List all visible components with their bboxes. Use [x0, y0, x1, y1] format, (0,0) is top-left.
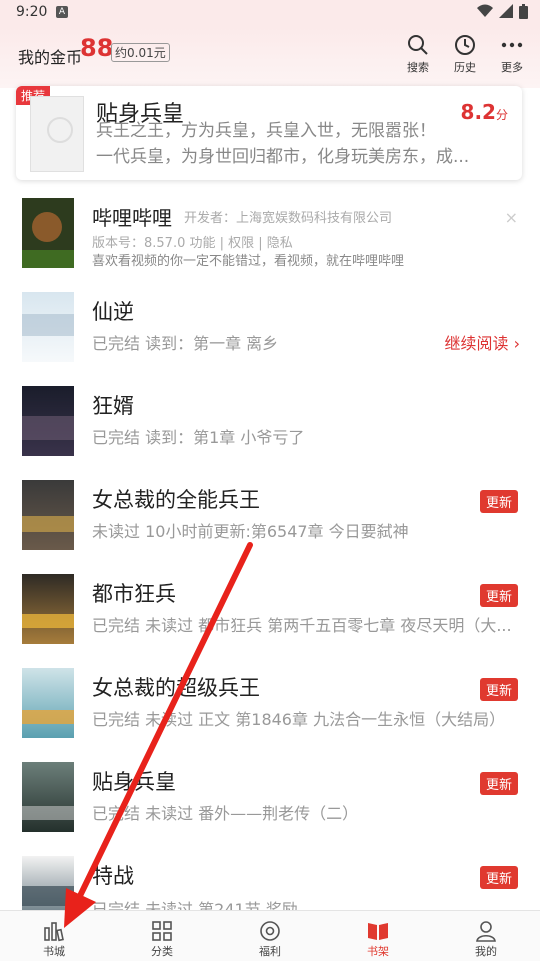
category-icon	[152, 921, 172, 941]
coins-approx: 约0.01元	[111, 43, 170, 62]
tab-welfare[interactable]: 福利	[240, 919, 300, 959]
tab-bookstore[interactable]: 书城	[24, 919, 84, 959]
ad-description: 喜欢看视频的你一定不能错过，看视频，就在哔哩哔哩	[92, 254, 405, 269]
book-info: 已完结 未读过 都市狂兵 第两千五百零七章 夜尽天明（大...	[92, 616, 512, 635]
signal-icon	[499, 4, 513, 18]
recommend-desc-line1: 兵王之王，方为兵皇，兵皇入世，无限嚣张！	[96, 121, 436, 141]
book-title: 仙逆	[92, 300, 134, 324]
book-item[interactable]: 都市狂兵 已完结 未读过 都市狂兵 第两千五百零七章 夜尽天明（大... 更新	[22, 574, 522, 646]
recommend-score: 8.2分	[461, 100, 508, 124]
score-value: 8.2	[460, 100, 496, 124]
tab-label: 我的	[475, 945, 497, 958]
recommend-desc-line2: 一代兵皇，为身世回归都市，化身玩美房东，成...	[96, 147, 470, 167]
coins-value[interactable]: 88	[80, 34, 113, 62]
book-title: 狂婿	[92, 394, 134, 418]
book-info: 已完结 未读过 正文 第1846章 九法合一生永恒（大结局）	[92, 710, 506, 729]
tab-category[interactable]: 分类	[132, 919, 192, 959]
tab-label: 分类	[151, 945, 173, 958]
search-label: 搜索	[407, 61, 429, 74]
more-dots-icon	[501, 42, 523, 48]
wifi-icon	[477, 4, 493, 17]
update-badge: 更新	[479, 772, 518, 795]
ad-close-icon[interactable]: ×	[505, 208, 518, 227]
coins-label: 我的金币	[18, 48, 83, 67]
bookstore-icon	[44, 922, 64, 942]
book-item[interactable]: 狂婿 已完结 读到：第1章 小爷亏了	[22, 386, 522, 458]
notification-icon: A	[56, 6, 68, 18]
book-title: 女总裁的全能兵王	[92, 488, 260, 512]
book-item[interactable]: 贴身兵皇 已完结 未读过 番外——荆老传（二） 更新	[22, 762, 522, 834]
ad-developer: 开发者：上海宽娱数码科技有限公司	[184, 211, 393, 226]
book-title: 女总裁的超级兵王	[92, 676, 260, 700]
book-cover	[22, 668, 74, 738]
status-icons	[477, 4, 528, 19]
book-info: 未读过 10小时前更新:第6547章 今日要弑神	[92, 522, 409, 541]
book-info: 已完结 读到：第1章 小爷亏了	[92, 428, 305, 447]
recommend-card[interactable]: 推荐 贴身兵皇 兵王之王，方为兵皇，兵皇入世，无限嚣张！ 一代兵皇，为身世回归都…	[16, 86, 522, 180]
recommend-cover-placeholder	[30, 96, 84, 172]
more-label: 更多	[501, 61, 523, 74]
bookshelf-icon	[368, 923, 388, 940]
tab-label: 书城	[43, 945, 65, 958]
bottom-tab-bar: 书城 分类 福利 书架 我的	[0, 910, 540, 961]
battery-icon	[519, 4, 528, 19]
history-label: 历史	[454, 61, 476, 74]
book-cover	[22, 386, 74, 456]
ad-title: 哔哩哔哩	[92, 206, 172, 230]
update-badge: 更新	[479, 678, 518, 701]
book-cover	[22, 574, 74, 644]
book-info: 已完结 读到：第一章 离乡	[92, 334, 279, 353]
tab-bookshelf[interactable]: 书架	[348, 919, 408, 959]
tab-label: 书架	[367, 945, 389, 958]
book-title: 贴身兵皇	[92, 770, 176, 794]
book-cover	[22, 480, 74, 550]
book-cover	[22, 292, 74, 362]
ad-version: 版本号：8.57.0 功能 | 权限 | 隐私	[92, 236, 293, 251]
status-time: 9:20	[16, 4, 48, 20]
book-cover	[22, 762, 74, 832]
book-item[interactable]: 女总裁的超级兵王 已完结 未读过 正文 第1846章 九法合一生永恒（大结局） …	[22, 668, 522, 740]
book-item[interactable]: 女总裁的全能兵王 未读过 10小时前更新:第6547章 今日要弑神 更新	[22, 480, 522, 552]
search-button[interactable]: 搜索	[398, 34, 438, 75]
search-icon	[408, 35, 428, 55]
welfare-icon	[260, 921, 280, 941]
update-badge: 更新	[479, 866, 518, 889]
update-badge: 更新	[479, 490, 518, 513]
clock-icon	[455, 35, 475, 55]
tab-label: 福利	[259, 945, 281, 958]
book-info: 已完结 未读过 番外——荆老传（二）	[92, 804, 359, 823]
ad-item[interactable]: 哔哩哔哩 开发者：上海宽娱数码科技有限公司 版本号：8.57.0 功能 | 权限…	[22, 198, 522, 270]
history-button[interactable]: 历史	[445, 34, 485, 75]
header: 我的金币 88 约0.01元 搜索 历史 更多	[0, 26, 540, 88]
tab-profile[interactable]: 我的	[456, 919, 516, 959]
book-title: 特战	[92, 864, 134, 888]
book-title: 都市狂兵	[92, 582, 176, 606]
profile-icon	[476, 921, 496, 942]
update-badge: 更新	[479, 584, 518, 607]
ad-thumbnail	[22, 198, 74, 268]
continue-reading-link[interactable]: 继续阅读 ›	[445, 330, 521, 354]
score-unit: 分	[495, 108, 508, 122]
more-button[interactable]: 更多	[492, 34, 532, 75]
book-item[interactable]: 仙逆 已完结 读到：第一章 离乡 继续阅读 ›	[22, 292, 522, 364]
status-bar: 9:20 A	[0, 0, 540, 26]
